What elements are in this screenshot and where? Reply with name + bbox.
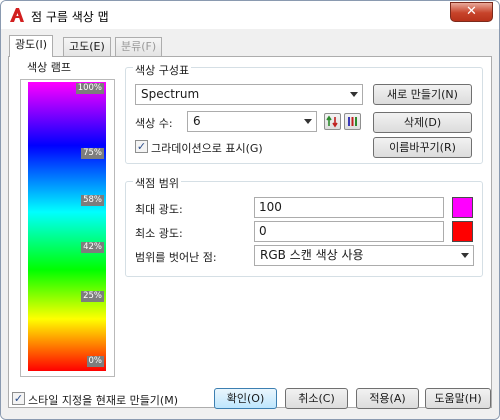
help-button[interactable]: 도움말(H) — [425, 388, 491, 409]
tab-intensity[interactable]: 광도(I) — [9, 35, 54, 57]
min-intensity-input[interactable]: 0 — [254, 221, 444, 242]
ramp-tick-75: 75% — [81, 148, 104, 159]
ok-button[interactable]: 확인(O) — [214, 388, 277, 409]
close-button[interactable]: ✕ — [450, 2, 493, 22]
delete-scheme-button[interactable]: 삭제(D) — [373, 112, 472, 133]
rename-scheme-button[interactable]: 이름바꾸기(R) — [373, 137, 472, 158]
outside-range-value: RGB 스캔 색상 사용 — [260, 248, 364, 262]
swap-arrows-icon — [326, 115, 338, 128]
color-bars-button[interactable] — [344, 113, 361, 130]
min-color-swatch[interactable] — [452, 221, 473, 242]
chevron-down-icon — [304, 119, 312, 124]
ramp-tick-25: 25% — [81, 291, 104, 302]
max-intensity-input[interactable]: 100 — [254, 197, 444, 218]
dialog-body: 광도(I) 고도(E) 분류(F) 색상 램프 100% 75% 58% 42%… — [1, 29, 499, 419]
min-intensity-label: 최소 광도: — [135, 227, 183, 240]
ramp-tick-100: 100% — [75, 83, 104, 94]
color-scheme-select[interactable]: Spectrum — [135, 84, 363, 105]
color-ramp-label: 색상 램프 — [27, 61, 71, 74]
gradient-checkbox-label[interactable]: 그라데이션으로 표시(G) — [151, 140, 263, 156]
max-color-swatch[interactable] — [452, 197, 473, 218]
color-bars-icon — [348, 117, 357, 126]
color-count-label: 색상 수: — [135, 117, 173, 130]
ramp-tick-58: 58% — [81, 195, 104, 206]
color-count-select[interactable]: 6 — [187, 111, 317, 132]
color-count-value: 6 — [193, 114, 201, 128]
chevron-down-icon — [350, 92, 358, 97]
chevron-down-icon — [461, 253, 469, 258]
apply-button[interactable]: 적용(A) — [356, 388, 419, 409]
reverse-colors-button[interactable] — [324, 113, 341, 130]
dialog-window: 점 구름 색상 맵 ✕ 광도(I) 고도(E) 분류(F) 색상 램프 100%… — [0, 0, 500, 420]
gradient-checkbox[interactable]: ✓ — [135, 140, 148, 153]
make-current-checkbox[interactable]: ✓ — [12, 392, 25, 405]
window-title: 점 구름 색상 맵 — [31, 10, 109, 24]
color-scheme-value: Spectrum — [141, 87, 200, 101]
color-ramp: 100% 75% 58% 42% 25% 0% — [28, 82, 106, 371]
outside-range-label: 범위를 벗어난 점: — [135, 251, 217, 264]
title-bar[interactable]: 점 구름 색상 맵 ✕ — [1, 1, 499, 29]
ramp-tick-0: 0% — [86, 356, 104, 367]
max-intensity-label: 최대 광도: — [135, 203, 183, 216]
autocad-logo-icon — [9, 7, 25, 23]
range-label: 색점 범위 — [133, 175, 181, 191]
make-current-label[interactable]: 스타일 지정을 현재로 만들기(M) — [28, 392, 178, 408]
tab-elevation[interactable]: 고도(E) — [63, 37, 111, 56]
ramp-tick-42: 42% — [81, 242, 104, 253]
cancel-button[interactable]: 취소(C) — [285, 388, 348, 409]
color-scheme-label: 색상 구성표 — [133, 62, 192, 78]
outside-range-select[interactable]: RGB 스캔 색상 사용 — [254, 245, 474, 266]
tab-classification: 분류(F) — [115, 37, 163, 56]
new-scheme-button[interactable]: 새로 만들기(N) — [373, 84, 472, 105]
